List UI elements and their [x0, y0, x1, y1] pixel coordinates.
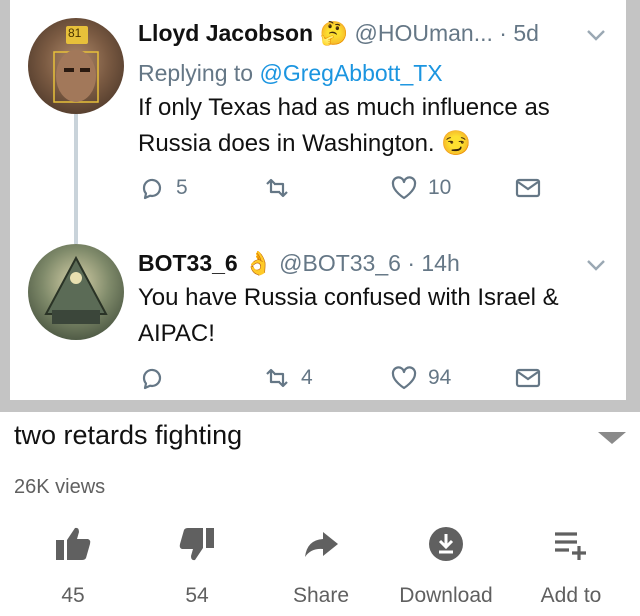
tweet-thread-card: 81 Lloyd Jacobson 🤔 @HOUman... · 5d Repl…: [10, 0, 626, 400]
ok-hand-emoji-icon: 👌: [244, 250, 273, 276]
tweet-text-line: You have Russia confused with Israel &: [138, 284, 559, 311]
direct-message-button[interactable]: [514, 174, 542, 202]
share-button[interactable]: Share: [266, 524, 376, 608]
add-to-label: Add to: [540, 584, 602, 607]
retweet-count: 4: [301, 366, 313, 389]
envelope-icon: [515, 178, 541, 198]
reply-button[interactable]: [138, 364, 176, 392]
direct-message-button[interactable]: [514, 364, 542, 392]
display-name[interactable]: Lloyd Jacobson: [138, 20, 313, 46]
retweet-icon: [266, 178, 288, 198]
reply-button[interactable]: 5: [138, 174, 188, 202]
download-icon: [429, 527, 463, 561]
thinking-emoji-icon: 🤔: [319, 20, 349, 46]
reply-count: 5: [176, 176, 188, 199]
replying-to: Replying to @GregAbbott_TX: [138, 58, 443, 88]
timestamp[interactable]: · 5d: [499, 20, 539, 46]
expand-description-icon[interactable]: [598, 432, 626, 444]
download-button[interactable]: Download: [391, 524, 501, 608]
display-name[interactable]: BOT33_6: [138, 250, 238, 276]
reply-icon: [142, 178, 162, 200]
dislike-video-count: 54: [185, 584, 209, 607]
view-count: 26K views: [14, 476, 106, 498]
age-badge: 81: [68, 26, 82, 40]
add-to-playlist-icon: [555, 532, 586, 560]
chevron-down-icon[interactable]: [586, 28, 606, 42]
tweet-header: Lloyd Jacobson 🤔 @HOUman... · 5d: [138, 18, 539, 48]
tweet-text-line: AIPAC!: [138, 320, 215, 347]
share-icon: [305, 532, 338, 557]
screenshot-frame: 81 Lloyd Jacobson 🤔 @HOUman... · 5d Repl…: [0, 0, 640, 412]
video-title[interactable]: two retards fighting: [14, 420, 242, 451]
like-count: 94: [428, 366, 452, 389]
add-to-button[interactable]: Add to: [516, 524, 626, 608]
dislike-video-button[interactable]: 54: [142, 524, 252, 608]
handle[interactable]: @HOUman...: [355, 20, 493, 46]
thumbs-down-icon: [179, 528, 214, 561]
reply-icon: [142, 368, 162, 390]
tweet-text-line: Russia does in Washington. 😏: [138, 130, 472, 157]
tweet: 81 Lloyd Jacobson 🤔 @HOUman... · 5d Repl…: [10, 0, 626, 240]
handle-and-time[interactable]: @BOT33_6 · 14h: [279, 250, 460, 276]
replying-to-link[interactable]: @GregAbbott_TX: [259, 60, 442, 86]
tweet-text: If only Texas had as much influence as R…: [138, 90, 608, 162]
tweet-actions: 4 94: [138, 364, 578, 396]
envelope-icon: [515, 368, 541, 388]
tweet-text: You have Russia confused with Israel & A…: [138, 280, 608, 352]
tweet-header: BOT33_6 👌 @BOT33_6 · 14h: [138, 248, 460, 278]
download-label: Download: [399, 584, 493, 607]
like-button[interactable]: 10: [390, 174, 451, 202]
retweet-button[interactable]: 4: [263, 364, 313, 392]
like-video-button[interactable]: 45: [18, 524, 128, 608]
share-label: Share: [292, 584, 350, 607]
heart-icon: [391, 176, 417, 200]
like-button[interactable]: 94: [390, 364, 451, 392]
tweet: BOT33_6 👌 @BOT33_6 · 14h You have Russia…: [10, 240, 626, 400]
tweet-text-line: If only Texas had as much influence as: [138, 94, 550, 121]
heart-icon: [391, 366, 417, 390]
retweet-button[interactable]: [263, 174, 301, 202]
avatar[interactable]: [28, 244, 124, 340]
pyramid-icon: [44, 255, 108, 324]
thumbs-up-icon: [56, 527, 91, 560]
like-video-count: 45: [61, 584, 85, 607]
avatar[interactable]: 81: [28, 18, 124, 114]
chevron-down-icon[interactable]: [586, 258, 606, 272]
thread-connector: [74, 114, 78, 244]
retweet-icon: [266, 368, 288, 388]
tweet-actions: 5 10: [138, 174, 578, 206]
replying-to-label: Replying to: [138, 60, 254, 86]
like-count: 10: [428, 176, 452, 199]
